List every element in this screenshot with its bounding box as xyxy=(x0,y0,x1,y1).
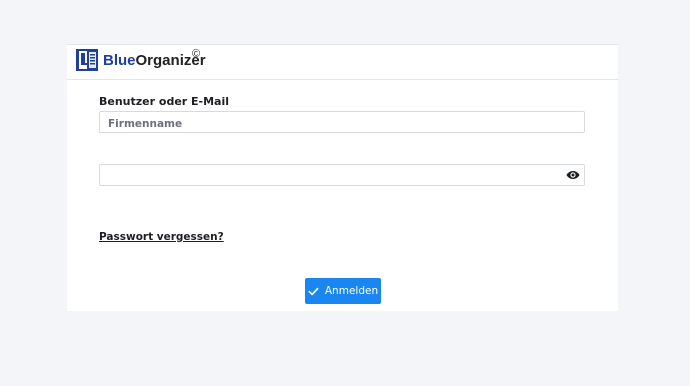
user-input[interactable] xyxy=(100,114,584,134)
eye-icon[interactable] xyxy=(566,169,580,181)
password-field-wrapper xyxy=(99,164,585,187)
forgot-password-link[interactable]: Passwort vergessen? xyxy=(99,231,224,243)
password-input[interactable] xyxy=(100,167,584,187)
blueorganizer-logo-icon xyxy=(76,49,98,71)
brand-name: BlueOrganizer xyxy=(103,52,206,70)
login-card: BlueOrganizer © Benutzer oder E-Mail Pas… xyxy=(67,44,618,311)
header-bar: BlueOrganizer © xyxy=(67,45,618,80)
login-button[interactable]: Anmelden xyxy=(305,278,381,304)
login-button-label: Anmelden xyxy=(324,285,379,297)
brand-name-part1: Blue xyxy=(103,52,136,69)
copyright-symbol: © xyxy=(192,48,201,60)
user-label: Benutzer oder E-Mail xyxy=(99,95,230,108)
user-field-wrapper xyxy=(99,111,585,134)
check-icon xyxy=(308,287,319,295)
